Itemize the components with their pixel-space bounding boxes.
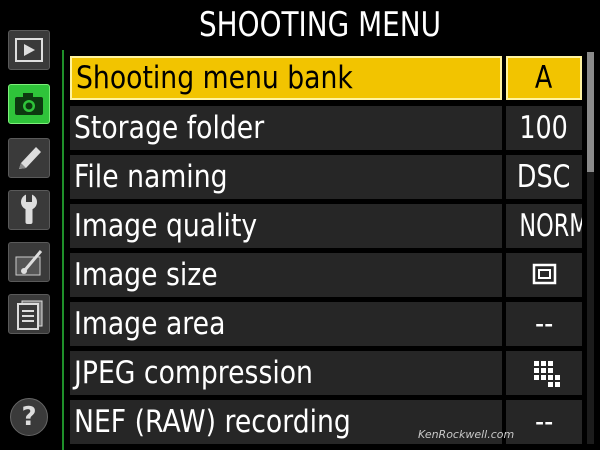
menu-item-label: File naming bbox=[70, 155, 502, 199]
wrench-icon bbox=[21, 194, 37, 224]
camera-icon bbox=[15, 93, 43, 115]
help-button[interactable]: ? bbox=[10, 398, 48, 436]
menu-item-image-area[interactable]: Image area -- bbox=[70, 302, 582, 346]
menu-item-label: JPEG compression bbox=[70, 351, 502, 395]
menu-item-value: -- bbox=[506, 400, 582, 444]
menu-item-label: Image area bbox=[70, 302, 502, 346]
menu-item-image-size[interactable]: Image size bbox=[70, 253, 582, 297]
tab-retouch[interactable] bbox=[8, 242, 50, 282]
jpeg-compression-icon bbox=[534, 361, 560, 387]
menu-item-value: DSC bbox=[506, 155, 582, 199]
menu-item-label: Shooting menu bank bbox=[70, 56, 502, 100]
menu-item-value bbox=[506, 253, 582, 297]
scrollbar-thumb[interactable] bbox=[587, 52, 594, 172]
retouch-brush-icon bbox=[15, 250, 43, 276]
image-size-large-icon bbox=[532, 263, 557, 285]
tab-custom-settings[interactable] bbox=[8, 138, 50, 178]
menu-title: SHOOTING MENU bbox=[198, 5, 442, 45]
my-menu-icon bbox=[17, 300, 43, 330]
menu-item-label: Image size bbox=[70, 253, 502, 297]
tab-shooting[interactable] bbox=[8, 84, 50, 124]
pencil-icon bbox=[19, 147, 41, 169]
menu-item-value: NORM bbox=[506, 204, 582, 248]
menu-item-value: A bbox=[506, 56, 582, 100]
menu-item-label: Image quality bbox=[70, 204, 502, 248]
menu-item-value: -- bbox=[506, 302, 582, 346]
menu-item-image-quality[interactable]: Image quality NORM bbox=[70, 204, 582, 248]
menu-item-file-naming[interactable]: File naming DSC bbox=[70, 155, 582, 199]
menu-item-value: 100 bbox=[506, 106, 582, 150]
menu-item-value bbox=[506, 351, 582, 395]
menu-item-shooting-menu-bank[interactable]: Shooting menu bank A bbox=[70, 56, 582, 100]
menu-item-jpeg-compression[interactable]: JPEG compression bbox=[70, 351, 582, 395]
menu-item-storage-folder[interactable]: Storage folder 100 bbox=[70, 106, 582, 150]
watermark: KenRockwell.com bbox=[418, 428, 515, 441]
menu-tabs-sidebar: ? bbox=[0, 0, 62, 450]
playback-icon bbox=[15, 38, 43, 62]
tab-playback[interactable] bbox=[8, 30, 50, 70]
menu-scrollbar[interactable] bbox=[587, 52, 594, 444]
tab-my-menu[interactable] bbox=[8, 294, 50, 334]
menu-item-label: Storage folder bbox=[70, 106, 502, 150]
tab-setup[interactable] bbox=[8, 190, 50, 230]
